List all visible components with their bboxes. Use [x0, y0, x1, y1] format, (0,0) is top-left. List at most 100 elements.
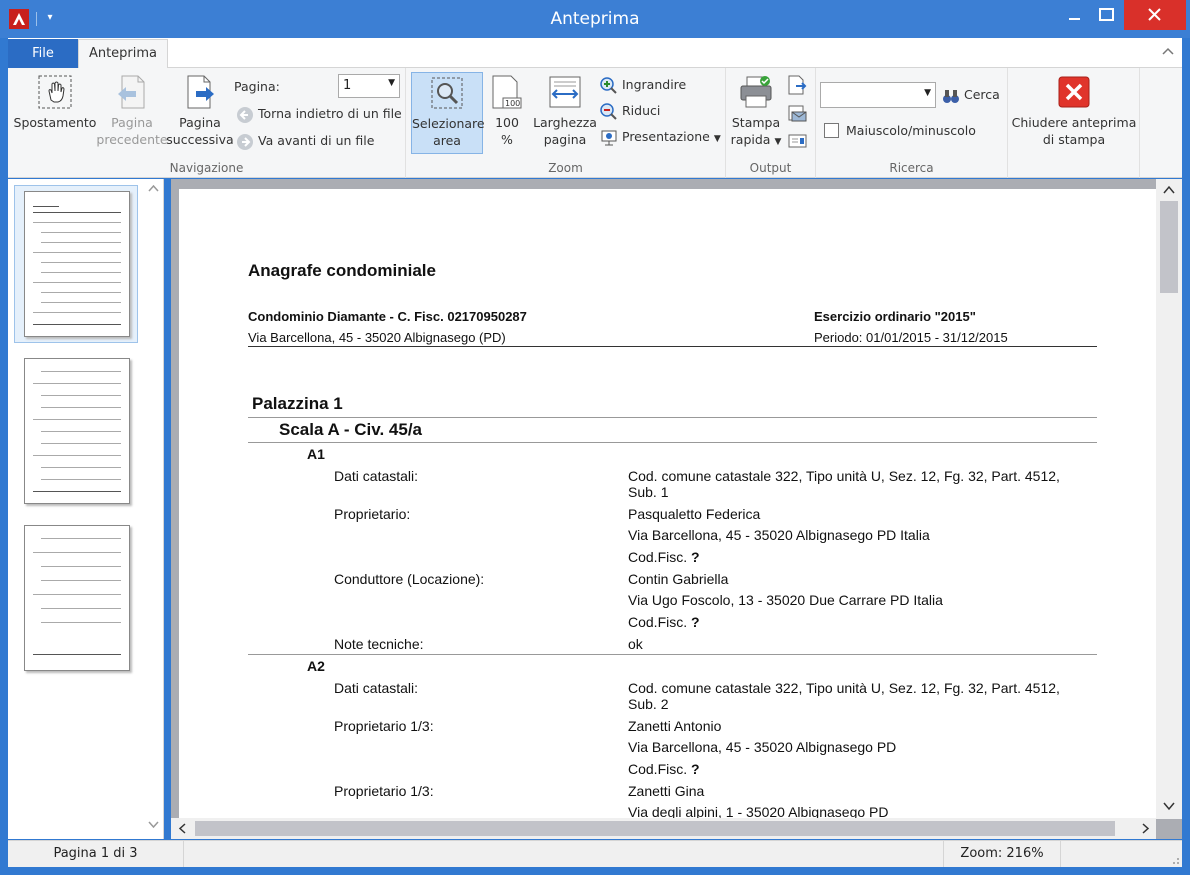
- status-bar: Pagina 1 di 3 Zoom: 216%: [8, 840, 1182, 867]
- unit1-cond-cf: Cod.Fisc. ?: [628, 614, 700, 630]
- search-input[interactable]: ▼: [820, 82, 936, 108]
- presentazione-button[interactable]: Presentazione ▼: [600, 126, 721, 148]
- unit1-prop-name: Pasqualetto Federica: [628, 506, 761, 522]
- torna-indietro-label: Torna indietro di un file: [258, 106, 402, 121]
- thumbnail-page-1[interactable]: [24, 191, 130, 337]
- title-bar: ▾ Anteprima: [0, 0, 1190, 38]
- unit1-cond-addr: Via Ugo Foscolo, 13 - 35020 Due Carrare …: [628, 592, 943, 608]
- email-button[interactable]: [786, 102, 808, 124]
- vertical-scroll-thumb[interactable]: [1160, 201, 1178, 293]
- export-button[interactable]: [786, 74, 808, 96]
- binoculars-icon: [943, 89, 959, 103]
- riduci-button[interactable]: Riduci: [600, 100, 660, 122]
- unit-rule: [248, 654, 1097, 655]
- window-title: Anteprima: [550, 9, 640, 29]
- ingrandire-label: Ingrandire: [622, 77, 687, 92]
- zoom-100-icon: 100: [492, 75, 522, 109]
- va-avanti-button[interactable]: Va avanti di un file: [236, 130, 374, 152]
- resize-grip-icon[interactable]: [1168, 853, 1180, 865]
- zoom-100-label-2: %: [501, 132, 513, 147]
- unit1-note-val: ok: [628, 636, 643, 652]
- pagina-label: Pagina:: [234, 79, 280, 94]
- cerca-button[interactable]: Cerca: [942, 84, 1000, 106]
- ricerca-group-label: Ricerca: [889, 161, 934, 175]
- larghezza-label-1: Larghezza: [533, 115, 597, 130]
- zoom-100-button[interactable]: 100 100 %: [484, 72, 530, 154]
- close-window-button[interactable]: [1124, 0, 1186, 30]
- forward-circle-icon: [237, 133, 253, 150]
- thumbnail-scrollbar[interactable]: [145, 179, 162, 839]
- unit2-dati-1: Cod. comune catastale 322, Tipo unità U,…: [628, 680, 1060, 696]
- hand-icon: [38, 75, 72, 109]
- minimize-button[interactable]: [1052, 0, 1097, 30]
- pagina-select[interactable]: 1 ▼: [338, 74, 400, 98]
- unit1-dati-label: Dati catastali:: [334, 468, 419, 484]
- riduci-label: Riduci: [622, 103, 661, 118]
- doc-esercizio: Esercizio ordinario "2015": [814, 309, 976, 324]
- email-icon: [788, 105, 807, 122]
- selezionare-label-2: area: [433, 133, 461, 148]
- select-area-icon: [431, 77, 463, 109]
- doc-indirizzo: Via Barcellona, 45 - 35020 Albignasego (…: [248, 330, 506, 345]
- spostamento-label: Spostamento: [13, 115, 97, 130]
- output-group-label: Output: [749, 161, 792, 175]
- horizontal-scrollbar[interactable]: [171, 818, 1156, 839]
- stampa-label-1: Stampa: [731, 115, 781, 130]
- unit2-prop1-label: Proprietario 1/3:: [334, 718, 434, 734]
- pagina-precedente-label-2: precedente: [96, 132, 168, 147]
- document-page: Anagrafe condominiale Condominio Diamant…: [179, 189, 1156, 819]
- group-navigazione: Spostamento Pagina precedente Pagina suc…: [8, 68, 406, 178]
- pagina-select-value: 1: [343, 78, 352, 93]
- chevron-down-icon: ▼: [774, 137, 782, 147]
- larghezza-label-2: pagina: [543, 132, 587, 147]
- presentazione-label: Presentazione: [622, 129, 710, 144]
- ingrandire-button[interactable]: Ingrandire: [600, 74, 686, 96]
- va-avanti-label: Va avanti di un file: [258, 133, 375, 148]
- horizontal-scroll-thumb[interactable]: [195, 821, 1115, 836]
- unit2-code: A2: [307, 658, 325, 674]
- group-zoom: Selezionare area 100 100 % Larghezza pag…: [406, 68, 726, 178]
- unit1-dati-2: Sub. 1: [628, 484, 669, 500]
- vertical-scrollbar[interactable]: [1156, 179, 1182, 819]
- tab-anteprima[interactable]: Anteprima: [78, 39, 168, 69]
- unit1-dati-1: Cod. comune catastale 322, Tipo unità U,…: [628, 468, 1060, 484]
- preview-area: Anagrafe condominiale Condominio Diamant…: [171, 179, 1182, 839]
- maiuscolo-checkbox[interactable]: [824, 123, 839, 138]
- unit2-prop1-cf: Cod.Fisc. ?: [628, 761, 700, 777]
- unit2-prop2-label: Proprietario 1/3:: [334, 783, 434, 799]
- pagina-precedente-button[interactable]: Pagina precedente: [96, 72, 168, 154]
- larghezza-pagina-button[interactable]: Larghezza pagina: [530, 72, 600, 154]
- navigazione-group-label: Navigazione: [169, 161, 244, 175]
- thumbnail-page-2[interactable]: [24, 358, 130, 504]
- doc-condominio: Condominio Diamante - C. Fisc. 021709502…: [248, 309, 527, 324]
- page-width-icon: [549, 76, 581, 108]
- chiudere-anteprima-button[interactable]: Chiudere anteprima di stampa: [1008, 72, 1140, 154]
- unit2-prop1-addr: Via Barcellona, 45 - 35020 Albignasego P…: [628, 739, 897, 755]
- spostamento-button[interactable]: Spostamento: [12, 72, 98, 154]
- export-icon: [788, 75, 807, 95]
- pagina-precedente-label-1: Pagina: [111, 115, 153, 130]
- palazzina-rule: [248, 417, 1097, 418]
- collapse-ribbon-icon[interactable]: [1160, 44, 1176, 60]
- torna-indietro-button[interactable]: Torna indietro di un file: [236, 103, 402, 125]
- close-preview-icon: [1058, 76, 1090, 108]
- page-forward-icon: [187, 75, 214, 109]
- selezionare-area-button[interactable]: Selezionare area: [411, 72, 485, 154]
- maximize-button[interactable]: [1093, 0, 1125, 30]
- selezionare-label-1: Selezionare: [412, 116, 485, 131]
- unit1-prop-cf: Cod.Fisc. ?: [628, 549, 700, 565]
- options-button[interactable]: [786, 130, 808, 152]
- page-options-icon: [788, 134, 807, 148]
- maiuscolo-label: Maiuscolo/minuscolo: [846, 123, 976, 138]
- scala-rule: [248, 442, 1097, 443]
- tab-file[interactable]: File: [8, 39, 78, 68]
- chiudere-label-2: di stampa: [1042, 132, 1106, 147]
- unit1-code: A1: [307, 446, 325, 462]
- group-chiudere: Chiudere anteprima di stampa: [1008, 68, 1140, 178]
- unit1-prop-label: Proprietario:: [334, 506, 411, 522]
- pagina-successiva-button[interactable]: Pagina successiva: [166, 72, 234, 154]
- stampa-rapida-button[interactable]: Stampa rapida ▼: [728, 72, 784, 154]
- group-output: Stampa rapida ▼ Output: [726, 68, 816, 178]
- thumbnail-page-3[interactable]: [24, 525, 130, 671]
- printer-icon: [740, 76, 772, 108]
